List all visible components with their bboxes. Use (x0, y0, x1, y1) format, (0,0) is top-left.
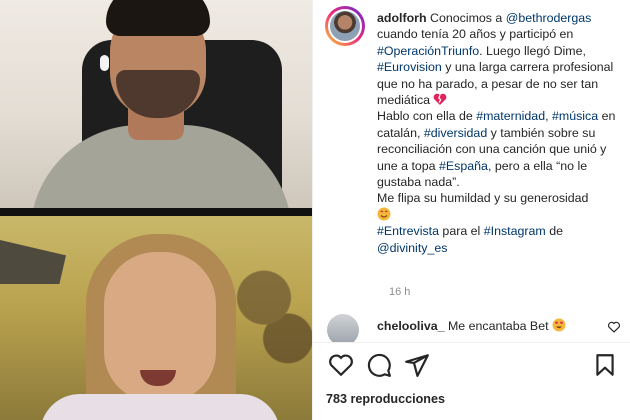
lamp-shape (0, 240, 66, 284)
caption-text: , (545, 109, 552, 124)
send-icon[interactable] (404, 352, 430, 378)
caption-text: cuando tenía 20 años y participó en (377, 27, 574, 42)
caption-paragraph-2: Hablo con ella de #maternidad, #música e… (377, 109, 615, 189)
author-avatar[interactable] (328, 9, 362, 43)
post-actions (326, 352, 618, 380)
caption-text: Conocimos a (430, 11, 506, 25)
caption-paragraph-3: Me flipa su humildad y su generosidad (377, 191, 589, 206)
video-divider (0, 208, 312, 216)
caption-paragraph-1: Conocimos a @bethrodergas cuando tenía 2… (377, 11, 613, 107)
caption-link[interactable]: #OperaciónTriunfo (377, 44, 479, 58)
caption-link[interactable]: #maternidad (476, 109, 545, 123)
caption-link[interactable]: #diversidad (424, 126, 487, 140)
caption-link[interactable]: @divinity_es (377, 241, 447, 255)
comment-text: chelooliva_ Me encantaba Bet (377, 318, 566, 333)
caption-text: Hablo con ella de (377, 109, 477, 124)
guest-shirt (40, 394, 280, 420)
caption-text: de (545, 224, 563, 239)
caption-link[interactable]: #Instagram (484, 224, 546, 238)
comment-like-icon[interactable] (607, 320, 621, 334)
view-count: 783 reproducciones (326, 392, 445, 406)
heart-icon[interactable] (328, 352, 354, 378)
plant-shape (232, 216, 312, 420)
actions-divider (312, 342, 630, 343)
earbud-icon (100, 55, 109, 71)
caption-link[interactable]: #España (439, 159, 488, 173)
commenter-avatar[interactable] (327, 314, 359, 342)
story-ring[interactable] (325, 6, 365, 46)
guest-video-feed (0, 216, 312, 420)
caption-text: . Luego llegó Dime, (479, 43, 586, 58)
caption-link[interactable]: #Entrevista (377, 224, 439, 238)
smiling-face-emoji (377, 207, 391, 221)
comment-item: chelooliva_ Me encantaba Bet (325, 312, 625, 342)
host-video-feed (0, 0, 312, 208)
bookmark-icon[interactable] (592, 352, 618, 378)
caption-paragraph-4: #Entrevista para el #Instagram de @divin… (377, 224, 563, 254)
caption-link[interactable]: #Eurovision (377, 60, 442, 74)
caption-link[interactable]: #música (552, 109, 598, 123)
caption-text: para el (438, 224, 484, 239)
post-timestamp: 16 h (389, 286, 411, 298)
comment-icon[interactable] (366, 352, 392, 378)
live-video[interactable] (0, 0, 312, 420)
comment-body: Me encantaba Bet (447, 319, 549, 333)
commenter-username[interactable]: chelooliva_ (377, 319, 445, 333)
post-caption: adolforh Conocimos a @bethrodergas cuand… (377, 10, 627, 256)
author-username[interactable]: adolforh (377, 11, 427, 25)
heart-eyes-emoji (552, 318, 566, 332)
host-hair (106, 0, 210, 36)
caption-link[interactable]: @bethrodergas (506, 11, 592, 25)
broken-heart-emoji (434, 93, 447, 106)
